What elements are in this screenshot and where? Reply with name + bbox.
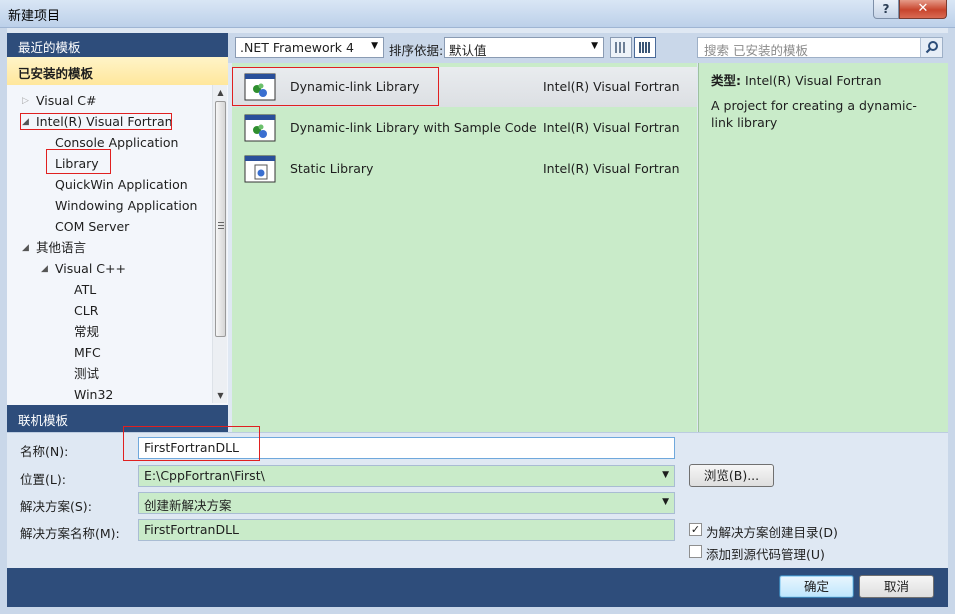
scroll-down-icon[interactable]: ▼ xyxy=(213,388,228,403)
template-language: Intel(R) Visual Fortran xyxy=(543,79,680,94)
template-row-dll-with-sample-code[interactable]: Dynamic-link Library with Sample Code In… xyxy=(232,108,697,148)
scroll-up-icon[interactable]: ▲ xyxy=(213,85,228,100)
grip-icon xyxy=(218,222,224,229)
collapse-arrow-icon[interactable]: ◢ xyxy=(22,238,29,258)
tree-item-clr[interactable]: CLR xyxy=(74,301,98,321)
template-tree: ▷ Visual C# ◢ Intel(R) Visual Fortran Co… xyxy=(7,88,212,400)
scrollbar-thumb[interactable] xyxy=(215,101,226,337)
solution-select[interactable]: 创建新解决方案 ▼ xyxy=(138,492,675,514)
tree-item-intel-fortran[interactable]: ◢ Intel(R) Visual Fortran xyxy=(22,112,173,132)
location-label: 位置(L): xyxy=(20,472,66,487)
tree-item-library[interactable]: Library xyxy=(55,154,99,174)
name-label: 名称(N): xyxy=(20,444,69,459)
details-view-button[interactable] xyxy=(634,37,656,58)
static-library-icon xyxy=(244,155,276,183)
template-list: Dynamic-link Library Intel(R) Visual For… xyxy=(232,63,697,433)
solution-label: 解决方案(S): xyxy=(20,499,92,514)
installed-templates-header[interactable]: 已安装的模板 xyxy=(7,57,228,85)
chevron-down-icon: ▼ xyxy=(591,41,598,51)
sort-label: 排序依据: xyxy=(389,43,444,58)
close-button[interactable]: ✕ xyxy=(899,0,947,19)
create-directory-label[interactable]: 为解决方案创建目录(D) xyxy=(706,522,838,541)
location-value: E:\CppFortran\First\ xyxy=(144,468,265,483)
title-bar: 新建项目 ? ✕ xyxy=(0,0,955,28)
tree-item-label: Visual C++ xyxy=(55,261,126,276)
solution-value: 创建新解决方案 xyxy=(144,498,232,513)
details-view-icon xyxy=(639,42,651,53)
fortran-project-icon xyxy=(244,73,276,101)
template-name: Dynamic-link Library xyxy=(290,79,420,94)
sort-value: 默认值 xyxy=(449,43,487,58)
chevron-down-icon: ▼ xyxy=(371,41,378,51)
tree-item-quickwin-application[interactable]: QuickWin Application xyxy=(55,175,188,195)
tree-item-visual-cpp[interactable]: ◢ Visual C++ xyxy=(41,259,126,279)
tree-scrollbar[interactable]: ▲ ▼ xyxy=(212,85,227,403)
template-language: Intel(R) Visual Fortran xyxy=(543,161,680,176)
online-templates-header[interactable]: 联机模板 xyxy=(7,405,228,432)
template-language: Intel(R) Visual Fortran xyxy=(543,120,680,135)
expand-arrow-icon[interactable]: ▷ xyxy=(22,91,29,111)
help-button[interactable]: ? xyxy=(873,0,899,19)
search-placeholder: 搜索 已安装的模板 xyxy=(704,43,808,58)
tree-item-com-server[interactable]: COM Server xyxy=(55,217,129,237)
framework-value: .NET Framework 4 xyxy=(240,40,354,55)
small-icons-view-icon xyxy=(615,42,627,53)
tree-item-mfc[interactable]: MFC xyxy=(74,343,101,363)
type-label: 类型: xyxy=(711,73,741,88)
project-name-value: FirstFortranDLL xyxy=(144,440,240,455)
source-control-label[interactable]: 添加到源代码管理(U) xyxy=(706,544,825,563)
template-search-box[interactable]: 搜索 已安装的模板 xyxy=(697,37,943,58)
tree-item-visual-csharp[interactable]: ▷ Visual C# xyxy=(22,91,97,111)
tree-item-test[interactable]: 测试 xyxy=(74,364,99,384)
search-button[interactable] xyxy=(920,38,942,57)
tree-item-label: Visual C# xyxy=(36,93,97,108)
tree-item-console-application[interactable]: Console Application xyxy=(55,133,178,153)
template-name: Static Library xyxy=(290,161,374,176)
chevron-down-icon: ▼ xyxy=(662,497,669,507)
browse-button[interactable]: 浏览(B)... xyxy=(689,464,774,487)
template-description: A project for creating a dynamic-link li… xyxy=(711,98,917,130)
template-details-pane: 类型: Intel(R) Visual Fortran A project fo… xyxy=(698,63,948,433)
template-type: 类型: Intel(R) Visual Fortran xyxy=(711,70,936,89)
template-row-dynamic-link-library[interactable]: Dynamic-link Library Intel(R) Visual For… xyxy=(232,67,697,107)
tree-item-win32[interactable]: Win32 xyxy=(74,385,113,400)
fortran-project-icon xyxy=(244,114,276,142)
recent-templates-header[interactable]: 最近的模板 xyxy=(7,33,228,57)
checkmark-icon: ✓ xyxy=(690,523,701,536)
tree-item-windowing-application[interactable]: Windowing Application xyxy=(55,196,197,216)
create-directory-checkbox[interactable]: ✓ xyxy=(689,523,702,536)
type-value: Intel(R) Visual Fortran xyxy=(744,73,882,88)
tree-item-other-languages[interactable]: ◢ 其他语言 xyxy=(22,238,87,258)
sort-select[interactable]: 默认值 ▼ xyxy=(444,37,604,58)
solution-name-label: 解决方案名称(M): xyxy=(20,526,120,541)
chevron-down-icon[interactable]: ▼ xyxy=(662,470,669,480)
tree-item-label: Intel(R) Visual Fortran xyxy=(36,114,173,129)
source-control-checkbox[interactable] xyxy=(689,545,702,558)
search-icon xyxy=(925,41,938,54)
ok-button[interactable]: 确定 xyxy=(779,575,854,598)
solution-name-value: FirstFortranDLL xyxy=(144,522,240,537)
template-row-static-library[interactable]: Static Library Intel(R) Visual Fortran xyxy=(232,149,697,189)
template-name: Dynamic-link Library with Sample Code xyxy=(290,120,537,135)
cancel-button[interactable]: 取消 xyxy=(859,575,934,598)
window-title: 新建项目 xyxy=(8,9,61,24)
framework-select[interactable]: .NET Framework 4 ▼ xyxy=(235,37,384,58)
tree-item-label: 其他语言 xyxy=(36,240,87,255)
small-icons-view-button[interactable] xyxy=(610,37,632,58)
location-combobox[interactable]: E:\CppFortran\First\ ▼ xyxy=(138,465,675,487)
solution-name-input[interactable]: FirstFortranDLL xyxy=(138,519,675,541)
collapse-arrow-icon[interactable]: ◢ xyxy=(41,259,48,279)
project-name-input[interactable]: FirstFortranDLL xyxy=(138,437,675,459)
tree-item-atl[interactable]: ATL xyxy=(74,280,96,300)
collapse-arrow-icon[interactable]: ◢ xyxy=(22,112,29,132)
tree-item-general[interactable]: 常规 xyxy=(74,322,99,342)
